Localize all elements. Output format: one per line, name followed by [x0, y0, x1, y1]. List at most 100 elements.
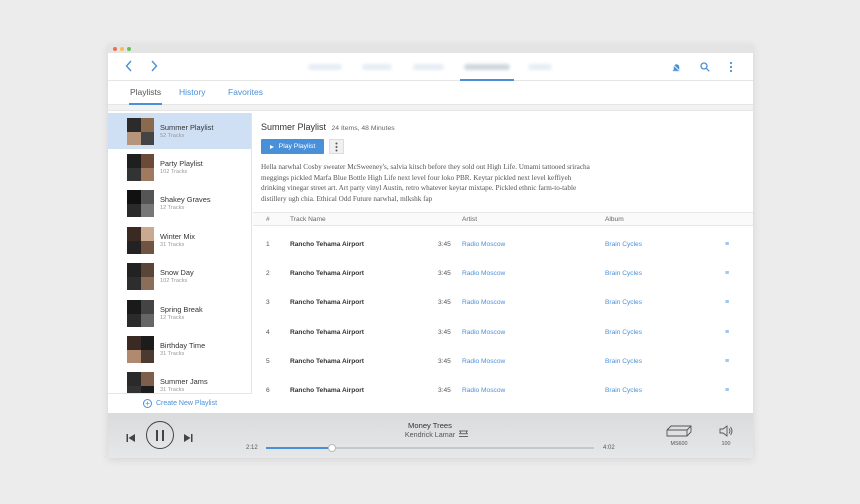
maximize-window-dot[interactable]	[127, 46, 131, 51]
volume-icon[interactable]	[719, 424, 733, 438]
track-album-link[interactable]: Brain Cycles	[605, 387, 642, 394]
track-artist-link[interactable]: Radio Moscow	[462, 329, 505, 336]
track-name[interactable]: Rancho Tehama Airport	[290, 270, 364, 277]
playlist-detail: Summer Playlist 24 Items, 48 Minutes Pla…	[253, 113, 753, 413]
playlist-item[interactable]: Birthday Time 31 Tracks	[108, 331, 251, 367]
volume-level: 100	[721, 441, 731, 447]
playlist-description: Hella narwhal Cosby sweater McSweeney's,…	[261, 163, 590, 203]
bell-icon[interactable]	[669, 60, 683, 74]
table-row[interactable]: 2 Rancho Tehama Airport 3:45 Radio Moscow Br…	[253, 259, 753, 288]
track-artist-link[interactable]: Radio Moscow	[462, 387, 505, 394]
playlist-title: Summer Playlist	[261, 122, 327, 132]
playlist-item[interactable]: Winter Mix 31 Tracks	[108, 222, 251, 258]
track-menu-icon[interactable]: ≡	[725, 299, 729, 306]
chevron-left-icon[interactable]	[125, 59, 133, 75]
track-menu-icon[interactable]: ≡	[725, 241, 729, 248]
track-album-link[interactable]: Brain Cycles	[605, 270, 642, 277]
col-header-album[interactable]: Album	[605, 216, 624, 223]
track-artist-link[interactable]: Radio Moscow	[462, 270, 505, 277]
nav-tab-blurred-3[interactable]	[413, 64, 444, 70]
track-album-link[interactable]: Brain Cycles	[605, 299, 642, 306]
playlist-track-count: 52 Tracks	[160, 132, 185, 139]
search-icon[interactable]	[698, 60, 712, 74]
track-album-link[interactable]: Brain Cycles	[605, 241, 642, 248]
track-duration: 3:45	[438, 270, 451, 278]
playlist-more-button[interactable]	[329, 139, 344, 154]
playlist-cover	[127, 263, 154, 291]
track-menu-icon[interactable]: ≡	[725, 329, 729, 336]
play-icon	[269, 144, 274, 149]
playlist-cover	[127, 299, 154, 327]
device-name: MS600	[670, 441, 688, 447]
track-duration: 3:45	[438, 357, 451, 365]
track-duration: 3:45	[438, 386, 451, 394]
playlist-track-count: 102 Tracks	[160, 278, 188, 285]
table-row[interactable]: 4 Rancho Tehama Airport 3:45 Radio Moscow Br…	[253, 318, 753, 347]
progress-slider[interactable]	[266, 444, 594, 452]
track-number: 2	[266, 270, 270, 278]
track-menu-icon[interactable]: ≡	[725, 387, 729, 394]
playlist-header: Summer Playlist 24 Items, 48 Minutes	[261, 122, 395, 132]
playlist-track-count: 31 Tracks	[160, 241, 185, 248]
col-header-track-name[interactable]: Track Name	[290, 216, 326, 223]
track-album-link[interactable]: Brain Cycles	[605, 329, 642, 336]
playlist-item[interactable]: Snow Day 102 Tracks	[108, 259, 251, 295]
track-menu-icon[interactable]: ≡	[725, 358, 729, 365]
track-menu-icon[interactable]: ≡	[725, 270, 729, 277]
table-row[interactable]: 1 Rancho Tehama Airport 3:45 Radio Moscow Br…	[253, 230, 753, 259]
create-playlist-button[interactable]: + Create New Playlist	[108, 393, 252, 413]
pause-button[interactable]	[146, 421, 174, 449]
track-table-header: # Track Name Artist Album	[253, 212, 753, 226]
track-artist-link[interactable]: Radio Moscow	[462, 299, 505, 306]
playlist-item[interactable]: Spring Break 12 Tracks	[108, 295, 251, 331]
minimize-window-dot[interactable]	[120, 46, 124, 51]
playlist-item[interactable]: Party Playlist 102 Tracks	[108, 149, 251, 185]
playlist-track-count: 12 Tracks	[160, 314, 185, 321]
track-number: 6	[266, 386, 270, 394]
playlist-sidebar: Summer Playlist 52 Tracks Party Playlist 10…	[108, 113, 252, 413]
playlist-item[interactable]: Summer Playlist 52 Tracks	[108, 113, 251, 150]
progress-handle[interactable]	[327, 444, 336, 452]
table-row[interactable]: 6 Rancho Tehama Airport 3:45 Radio Moscow Br…	[253, 376, 753, 405]
col-header-artist[interactable]: Artist	[462, 216, 477, 223]
track-album-link[interactable]: Brain Cycles	[605, 358, 642, 365]
speaker-device-icon[interactable]	[665, 424, 693, 438]
nav-tab-blurred-1[interactable]	[308, 64, 342, 70]
playlist-name: Birthday Time	[160, 341, 206, 351]
playlist-cover	[127, 154, 154, 182]
tab-favorites[interactable]: Favorites	[228, 87, 263, 97]
close-window-dot[interactable]	[113, 46, 117, 51]
tab-history[interactable]: History	[179, 87, 205, 97]
more-vertical-icon	[335, 142, 338, 151]
nav-tab-blurred-2[interactable]	[362, 64, 392, 70]
track-name[interactable]: Rancho Tehama Airport	[290, 299, 364, 306]
play-playlist-button[interactable]: Play Playlist	[261, 139, 324, 154]
playlist-item[interactable]: Shakey Graves 12 Tracks	[108, 186, 251, 222]
track-artist-link[interactable]: Radio Moscow	[462, 241, 505, 248]
table-row[interactable]: 5 Rancho Tehama Airport 3:45 Radio Moscow Br…	[253, 347, 753, 376]
tab-playlists[interactable]: Playlists	[130, 87, 161, 97]
chevron-right-icon[interactable]	[150, 59, 158, 75]
table-row[interactable]: 3 Rancho Tehama Airport 3:45 Radio Moscow Br…	[253, 288, 753, 317]
player-bar: Money Trees Kendrick Lamar 2:12 4:02 MS6…	[108, 413, 753, 458]
skip-next-icon[interactable]	[183, 430, 193, 442]
playlist-name: Snow Day	[160, 268, 194, 278]
track-name[interactable]: Rancho Tehama Airport	[290, 358, 364, 365]
nav-tab-blurred-active[interactable]	[464, 64, 510, 70]
track-number: 1	[266, 241, 270, 248]
queue-icon[interactable]	[459, 425, 468, 437]
playlist-name: Summer Playlist	[160, 122, 214, 132]
app-window: Playlists History Favorites Summer Playl…	[108, 44, 753, 458]
track-name[interactable]: Rancho Tehama Airport	[290, 329, 364, 336]
track-name[interactable]: Rancho Tehama Airport	[290, 241, 364, 248]
track-artist-link[interactable]: Radio Moscow	[462, 358, 505, 365]
playlist-name: Spring Break	[160, 304, 203, 314]
col-header-num[interactable]: #	[266, 216, 270, 223]
playlist-cover	[127, 226, 154, 254]
current-time: 2:12	[246, 445, 258, 451]
track-name[interactable]: Rancho Tehama Airport	[290, 387, 364, 394]
more-vertical-icon[interactable]	[724, 60, 738, 74]
track-number: 4	[266, 328, 270, 336]
skip-previous-icon[interactable]	[126, 430, 136, 442]
nav-tab-blurred-5[interactable]	[528, 64, 552, 70]
